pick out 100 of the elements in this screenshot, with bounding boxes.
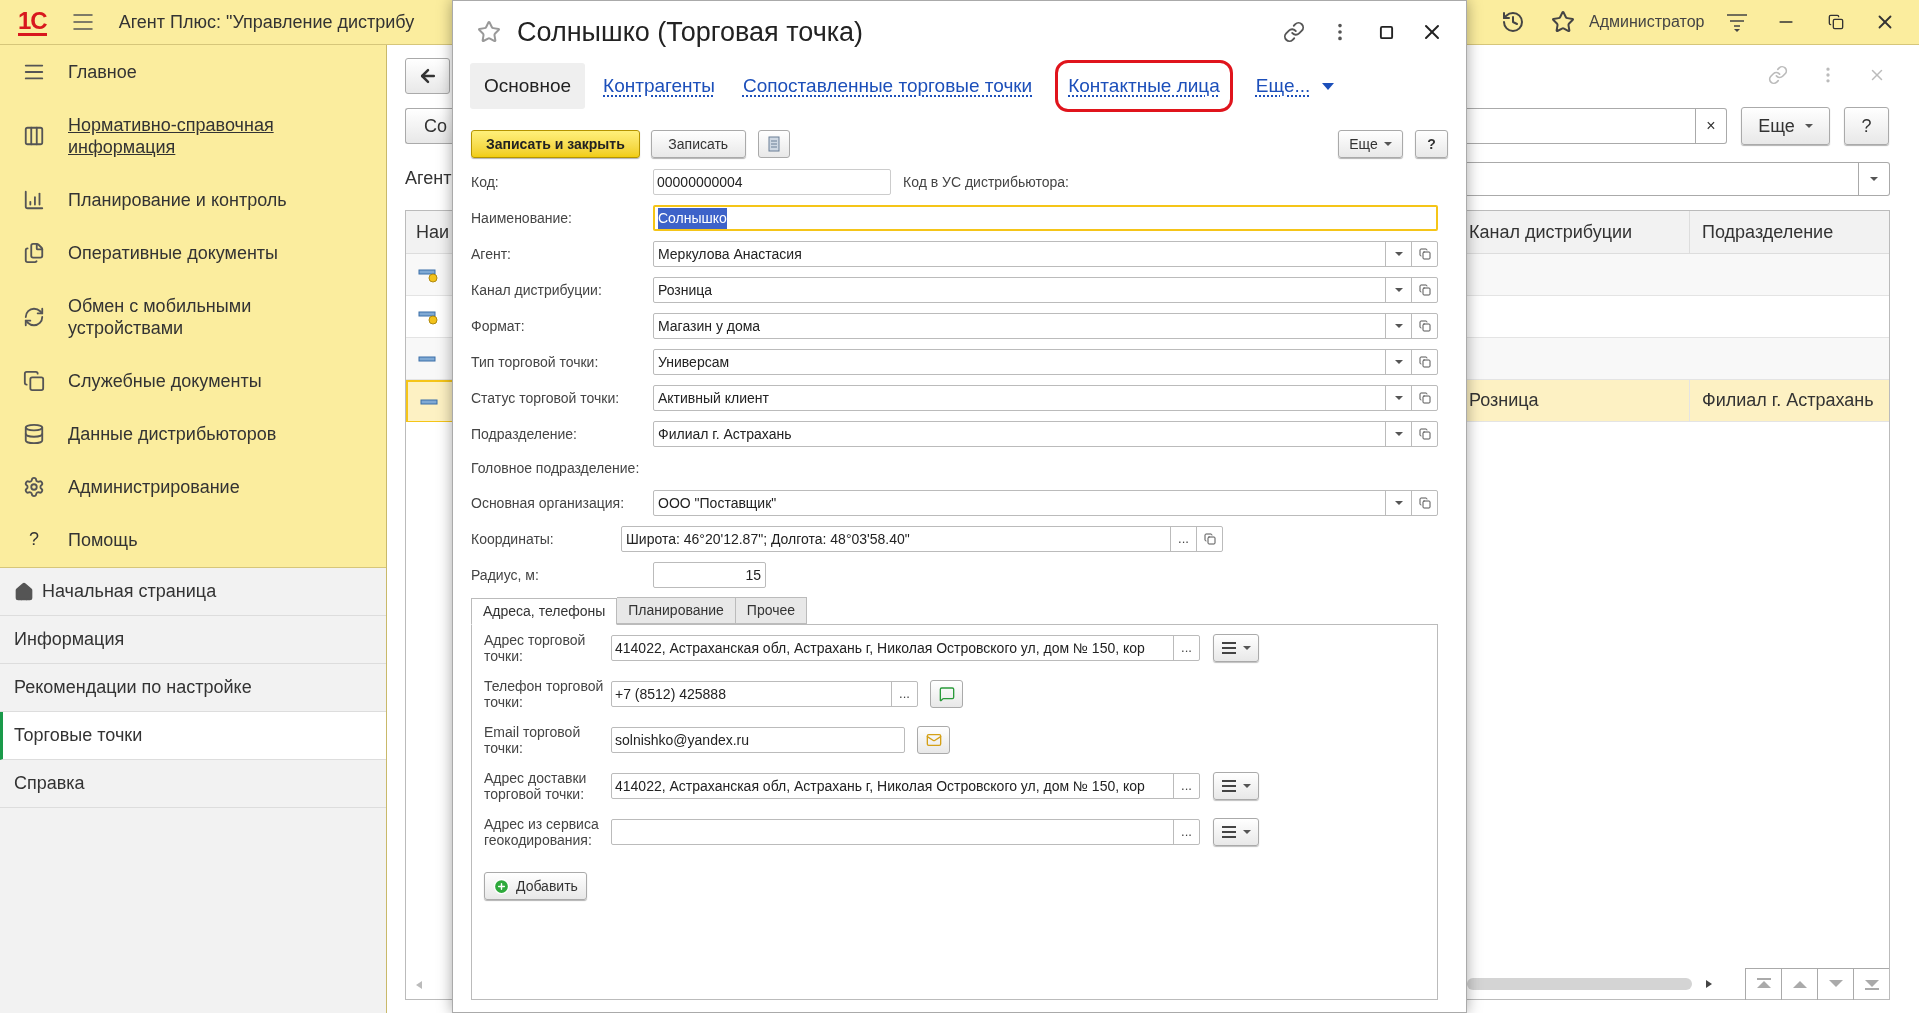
select-field[interactable]: ООО "Поставщик" xyxy=(653,490,1438,516)
select-field[interactable]: Активный клиент xyxy=(653,385,1438,411)
nav-tab[interactable]: Еще... xyxy=(1245,63,1345,109)
nav-tab[interactable]: Основное xyxy=(470,63,586,109)
field-label: Адрес торговой точки: xyxy=(484,632,587,664)
filter-field[interactable] xyxy=(1467,162,1890,196)
coordinates-field[interactable]: Широта: 46°20'12.87"; Долгота: 48°03'58.40" ... xyxy=(621,526,1223,552)
scrollbar-thumb[interactable] xyxy=(1467,977,1692,990)
table-row[interactable]: Розница Филиал г. Астрахань xyxy=(1467,380,1889,422)
nav-tab[interactable]: Сопоставленные торговые точки xyxy=(732,63,1043,109)
table-row[interactable] xyxy=(406,338,452,380)
call-button[interactable] xyxy=(930,680,963,708)
form-tab[interactable]: Планирование xyxy=(617,597,736,624)
section-link[interactable]: Оперативные документы xyxy=(68,241,279,264)
scroll-left-icon[interactable] xyxy=(416,981,422,989)
nav-item[interactable]: Справка xyxy=(0,760,386,808)
maximize-icon[interactable] xyxy=(1379,24,1394,40)
nav-item[interactable]: Начальная страница xyxy=(0,568,386,616)
field-label: Головное подразделение: xyxy=(471,459,641,478)
save-button[interactable]: Записать xyxy=(650,130,746,158)
section-link[interactable]: Данные дистрибьюторов xyxy=(68,422,277,445)
add-button[interactable]: Добавить xyxy=(484,872,587,900)
nav-tab[interactable]: Контактные лица xyxy=(1058,63,1230,109)
mail-button[interactable] xyxy=(917,726,950,754)
dropdown-icon xyxy=(1394,432,1403,436)
document-icon xyxy=(767,136,780,152)
open-icon xyxy=(1203,533,1216,545)
field-label: Канал дистрибуции: xyxy=(471,280,603,300)
select-field[interactable]: Филиал г. Астрахань xyxy=(653,421,1438,447)
back-button[interactable] xyxy=(405,58,450,94)
nav-tab[interactable]: Контрагенты xyxy=(593,63,725,109)
history-icon[interactable] xyxy=(1501,10,1525,34)
section-link[interactable]: Нормативно-справочная информация xyxy=(68,113,328,158)
address-field[interactable]: ... xyxy=(611,819,1200,845)
section-link[interactable]: Обмен с мобильными устройствами xyxy=(68,294,328,339)
select-button[interactable]: ... xyxy=(1173,820,1199,844)
select-button[interactable]: ... xyxy=(1170,527,1196,551)
plus-icon xyxy=(493,877,510,895)
nav-item[interactable]: Информация xyxy=(0,616,386,664)
last-icon[interactable] xyxy=(1853,967,1889,1000)
link-icon[interactable] xyxy=(1283,21,1305,43)
select-field[interactable]: Универсам xyxy=(653,349,1438,375)
nav-item[interactable]: Торговые точки xyxy=(0,712,386,760)
select-field[interactable]: Меркулова Анастасия xyxy=(653,241,1438,267)
list-button[interactable] xyxy=(757,130,790,158)
select-field[interactable]: Магазин у дома xyxy=(653,313,1438,339)
save-close-button[interactable]: Записать и закрыть xyxy=(471,130,640,158)
restore-icon[interactable] xyxy=(1828,14,1845,30)
form-tab[interactable]: Адреса, телефоны xyxy=(471,598,618,625)
column-header: Наи xyxy=(416,220,450,244)
address-field[interactable]: 414022, Астраханская обл, Астрахань г, Николая Островского ул, дом № 150, кор ... xyxy=(611,773,1200,799)
help-button[interactable]: ? xyxy=(1415,130,1448,158)
envelope-icon xyxy=(925,732,942,748)
section-link[interactable]: Служебные документы xyxy=(68,369,262,392)
select-button[interactable]: ... xyxy=(1173,636,1199,660)
clear-button[interactable]: × xyxy=(1695,109,1726,143)
star-icon[interactable] xyxy=(1551,10,1575,34)
menu-button[interactable] xyxy=(1213,772,1259,800)
form-title: Солнышко (Торговая точка) xyxy=(517,15,864,49)
phone-field[interactable]: +7 (8512) 425888 ... xyxy=(611,681,918,707)
table-row[interactable] xyxy=(406,254,452,296)
section-link[interactable]: Главное xyxy=(68,60,137,83)
database-icon xyxy=(23,422,45,445)
menu-button[interactable] xyxy=(1213,818,1259,846)
down-icon[interactable] xyxy=(1817,967,1853,1000)
table-row[interactable] xyxy=(406,380,452,422)
star-icon[interactable] xyxy=(477,20,501,44)
email-field[interactable]: solnishko@yandex.ru xyxy=(611,727,905,753)
marked-item-icon xyxy=(418,266,438,283)
section-link[interactable]: Планирование и контроль xyxy=(68,188,287,211)
first-icon[interactable] xyxy=(1745,967,1781,1000)
create-button[interactable]: Со xyxy=(405,108,452,144)
dropdown-icon xyxy=(1394,252,1403,256)
more-button[interactable]: Еще xyxy=(1741,107,1830,145)
filter-icon[interactable] xyxy=(1726,11,1749,33)
section-link[interactable]: Администрирование xyxy=(68,475,240,498)
help-button[interactable]: ? xyxy=(1844,107,1889,145)
search-field[interactable]: × xyxy=(1467,108,1727,144)
copy-icon xyxy=(23,369,45,392)
menu-button[interactable] xyxy=(1213,634,1259,662)
caret-icon xyxy=(1243,784,1251,788)
address-field[interactable]: 414022, Астраханская обл, Астрахань г, Николая Островского ул, дом № 150, кор ... xyxy=(611,635,1200,661)
dropdown-icon xyxy=(1394,360,1403,364)
menu-icon xyxy=(1221,642,1237,654)
select-field[interactable]: Розница xyxy=(653,277,1438,303)
more-button[interactable]: Еще xyxy=(1338,130,1403,158)
open-icon xyxy=(1418,392,1431,404)
up-icon[interactable] xyxy=(1781,967,1817,1000)
scroll-right-icon[interactable] xyxy=(1706,979,1712,988)
select-button[interactable]: ... xyxy=(891,682,917,706)
field-label: Наименование: xyxy=(471,208,573,228)
form-tab[interactable]: Прочее xyxy=(735,597,808,624)
select-button[interactable]: ... xyxy=(1173,774,1199,798)
open-icon xyxy=(1418,356,1431,368)
text-field[interactable]: 00000000004 xyxy=(653,169,891,195)
number-field[interactable]: 15 xyxy=(653,562,766,588)
dropdown-icon xyxy=(1394,288,1403,292)
user-name[interactable]: Администратор xyxy=(1589,10,1705,34)
text-field[interactable]: Солнышко xyxy=(653,205,1438,231)
section-link[interactable]: Помощь xyxy=(68,528,138,551)
